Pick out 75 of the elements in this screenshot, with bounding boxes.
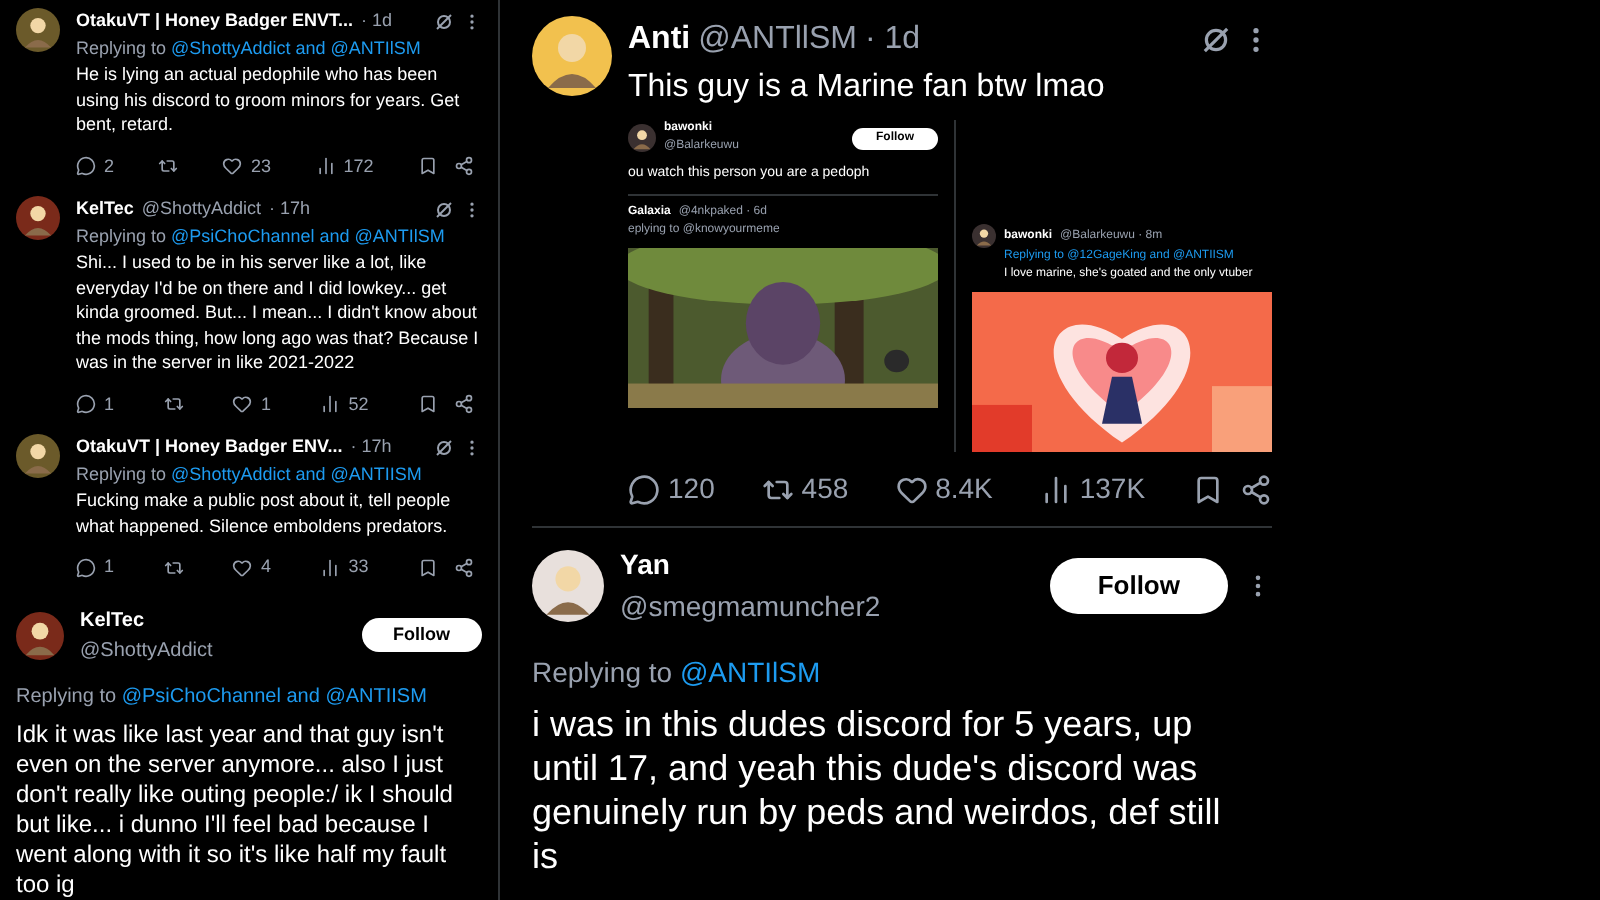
replying-to: Replying to @ANTIlSM — [532, 654, 823, 692]
like-icon[interactable] — [895, 473, 928, 505]
replying-to: Replying to @ShottyAddict and @ANTIlSM — [76, 35, 423, 62]
like-count: 23 — [250, 153, 271, 179]
slashed-circle-icon[interactable] — [434, 11, 454, 32]
repost-icon[interactable] — [163, 394, 184, 415]
user-name: KelTec — [76, 196, 134, 222]
slashed-circle-icon[interactable] — [1200, 24, 1232, 56]
replying-to: Replying to @PsiChoChannel and @ANTIlSM — [76, 223, 447, 250]
reply-icon[interactable] — [76, 394, 96, 415]
user-handle: @ANTllSM — [698, 20, 857, 60]
replying-to: Replying to @PsiChoChannel and @ANTIISM — [16, 683, 429, 711]
user-name: OtakuVT | Honey Badger ENV... — [76, 434, 343, 460]
post-time: · 17h — [350, 434, 392, 460]
avatar-icon[interactable] — [628, 124, 656, 152]
avatar-icon[interactable] — [532, 16, 612, 96]
like-icon[interactable] — [232, 557, 253, 578]
follow-button[interactable]: Follow — [361, 617, 482, 653]
view-icon[interactable] — [1039, 473, 1072, 505]
view-count: 52 — [348, 391, 369, 417]
avatar-icon[interactable] — [532, 550, 604, 622]
like-count: 4 — [260, 554, 271, 580]
view-icon[interactable] — [315, 156, 336, 177]
replying-to: Replying to @ShottyAddict and @ANTIISM — [76, 461, 424, 488]
bookmark-icon[interactable] — [417, 394, 438, 415]
avatar-icon[interactable] — [16, 434, 60, 478]
user-name: KelTec — [80, 607, 147, 635]
reply-icon[interactable] — [76, 557, 96, 578]
user-handle: @ShottyAddict — [141, 196, 262, 222]
avatar-icon[interactable] — [16, 196, 60, 240]
user-name: Anti — [628, 20, 691, 60]
tweet-text: He is lying an actual pedophile who has been using his discord to groom minors for years. Get bent, retard. — [76, 62, 462, 137]
reply-count: 1 — [104, 391, 115, 417]
tweet-text: Idk it was like last year and that guy isn't even on the server anymore... also I just don't really like outing people:/ ik I should but like... i dunno I'll feel bad because I went along with it so it's like half my fault too ig — [16, 719, 455, 899]
user-name: OtakuVT | Honey Badger ENVT... — [76, 8, 354, 34]
repost-count: 458 — [801, 470, 849, 508]
view-count: 33 — [348, 554, 369, 580]
reply-count: 2 — [104, 153, 115, 179]
view-icon[interactable] — [320, 557, 341, 578]
post-time: · 1d — [361, 8, 393, 34]
view-icon[interactable] — [320, 394, 341, 415]
tweet-text: Shi... I used to be in his server like a lot, like everyday I'd be on there and I did lowkey... get kinda groomed. But... I mean... I didn't know about the mods thing, how long ago was that? Because I was in the server in like 2021-2022 — [76, 250, 481, 375]
repost-icon[interactable] — [158, 156, 179, 177]
tweet-text: Fucking make a public post about it, tell people what happened. Silence emboldens predators. — [76, 488, 453, 538]
share-icon[interactable] — [1239, 473, 1272, 505]
repost-icon[interactable] — [163, 557, 184, 578]
user-name: Yan — [620, 546, 672, 584]
post-time: · 17h — [269, 196, 311, 222]
tweet-text: i was in this dudes discord for 5 years, up until 17, and yeah this dude's discord was genuinely run by peds and weirdos, def still is — [532, 702, 1223, 878]
view-count: 172 — [343, 153, 374, 179]
post-time: · 1d — [864, 20, 921, 60]
like-icon[interactable] — [222, 156, 243, 177]
share-icon[interactable] — [453, 557, 474, 578]
like-count: 1 — [260, 391, 271, 417]
reply-count: 120 — [668, 470, 715, 508]
share-icon[interactable] — [453, 394, 474, 415]
reply-icon[interactable] — [76, 156, 96, 177]
like-count: 8.4K — [935, 470, 993, 508]
bookmark-icon[interactable] — [417, 557, 438, 578]
user-handle: @smegmamuncher2 — [620, 588, 883, 626]
bookmark-icon[interactable] — [1191, 473, 1224, 505]
like-icon[interactable] — [232, 394, 253, 415]
reply-count: 1 — [104, 554, 115, 580]
reply-icon[interactable] — [628, 473, 660, 505]
slashed-circle-icon[interactable] — [434, 437, 454, 458]
share-icon[interactable] — [454, 156, 474, 177]
avatar-icon[interactable] — [16, 611, 64, 659]
bookmark-icon[interactable] — [418, 156, 438, 177]
avatar-icon[interactable] — [16, 8, 60, 52]
view-count: 137K — [1079, 470, 1146, 508]
user-handle: @ShottyAddict — [80, 637, 215, 665]
slashed-circle-icon[interactable] — [434, 199, 454, 220]
follow-button[interactable]: Follow — [1049, 558, 1228, 614]
tweet-text: This guy is a Marine fan btw lmao — [628, 68, 1107, 108]
avatar-icon[interactable] — [972, 224, 996, 248]
